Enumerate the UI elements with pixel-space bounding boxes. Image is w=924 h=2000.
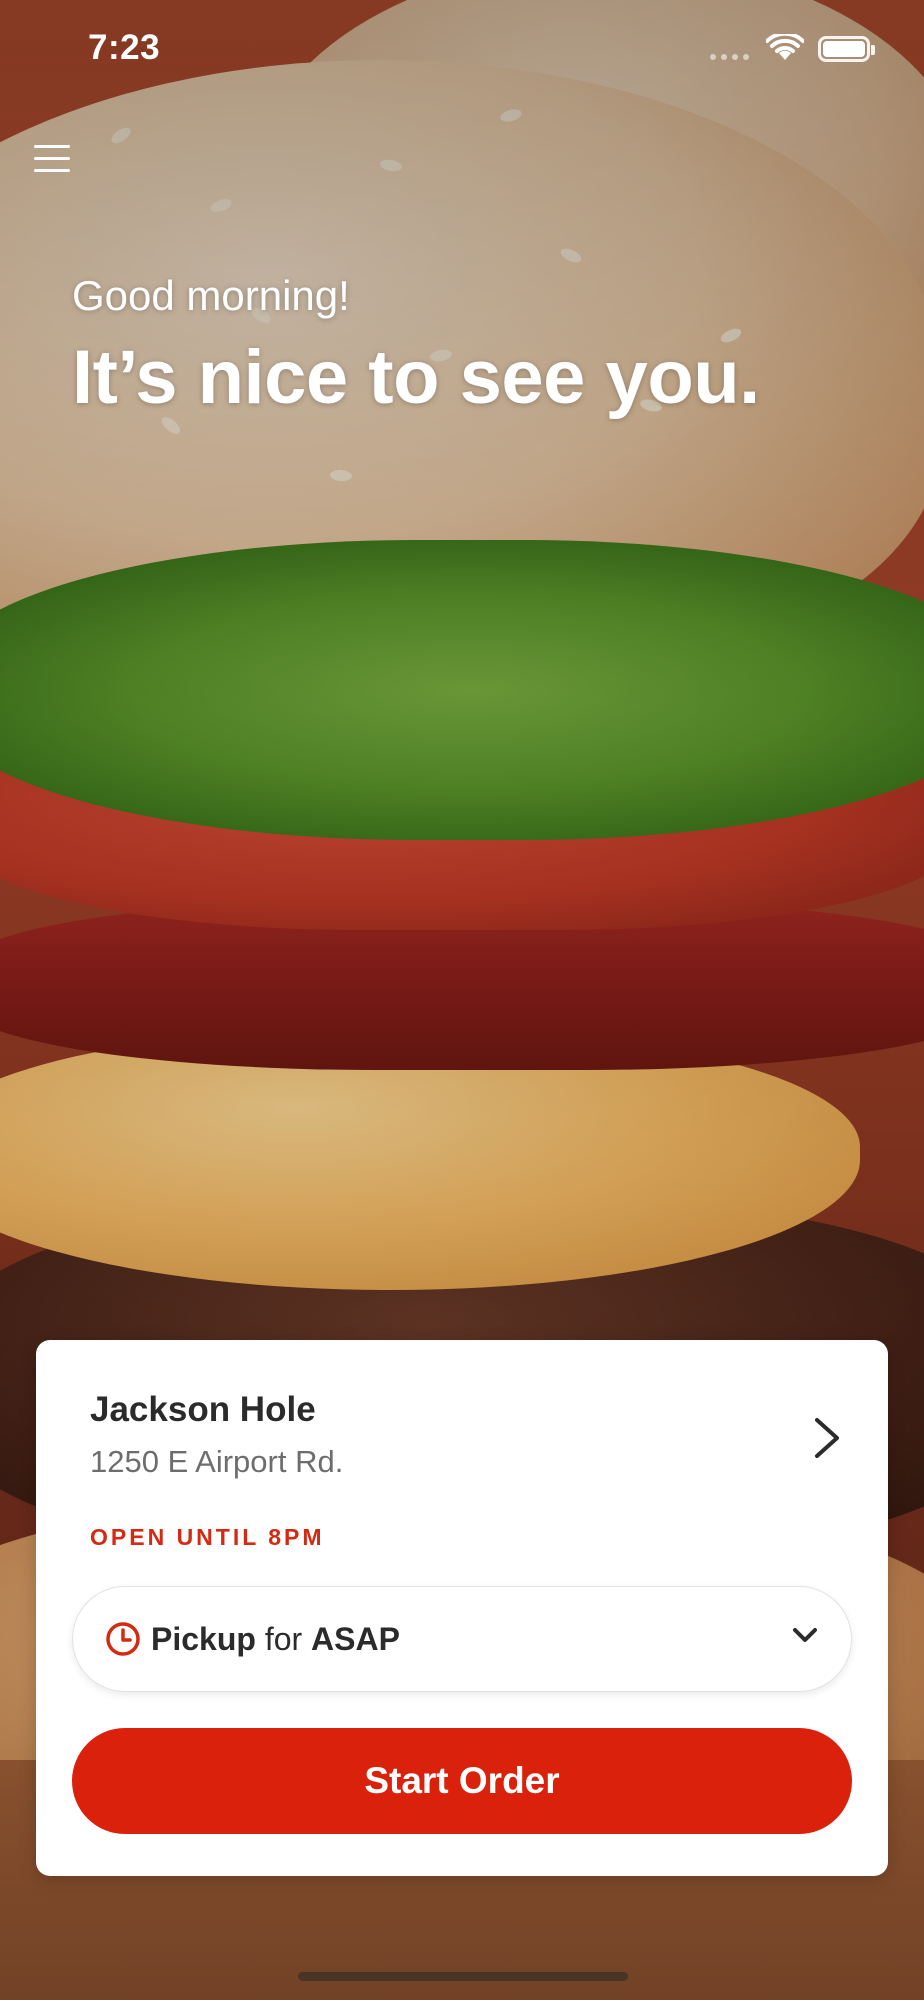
greeting-title: It’s nice to see you.: [72, 335, 760, 420]
store-hours: OPEN UNTIL 8PM: [90, 1524, 325, 1550]
status-bar: 7:23: [0, 0, 924, 100]
chevron-down-icon: [793, 1628, 817, 1642]
chevron-right-icon[interactable]: [812, 1416, 842, 1460]
greeting-subtitle: Good morning!: [72, 272, 350, 319]
signal-icon: [710, 54, 749, 60]
store-card: Jackson Hole 1250 E Airport Rd. OPEN UNT…: [36, 1340, 888, 1876]
start-order-button[interactable]: Start Order: [72, 1728, 852, 1834]
battery-icon: [818, 36, 875, 62]
wifi-icon: [766, 34, 804, 60]
order-mode-text: Pickup for ASAP: [151, 1621, 400, 1658]
home-screen: 7:23 Good morning! It’s nice to see you.…: [0, 0, 924, 2000]
status-time: 7:23: [88, 28, 161, 67]
order-mode-dropdown[interactable]: Pickup for ASAP: [72, 1586, 852, 1692]
store-name: Jackson Hole: [90, 1390, 316, 1429]
greeting: Good morning! It’s nice to see you.: [72, 272, 760, 421]
order-mode-connector: for: [264, 1620, 303, 1657]
home-indicator[interactable]: [298, 1972, 628, 1981]
store-address: 1250 E Airport Rd.: [90, 1444, 344, 1479]
order-mode-time: ASAP: [311, 1620, 400, 1657]
store-selector[interactable]: Jackson Hole 1250 E Airport Rd.: [90, 1390, 798, 1480]
order-mode-type: Pickup: [151, 1620, 256, 1657]
hamburger-menu-icon[interactable]: [34, 138, 74, 178]
clock-icon: [106, 1622, 140, 1656]
